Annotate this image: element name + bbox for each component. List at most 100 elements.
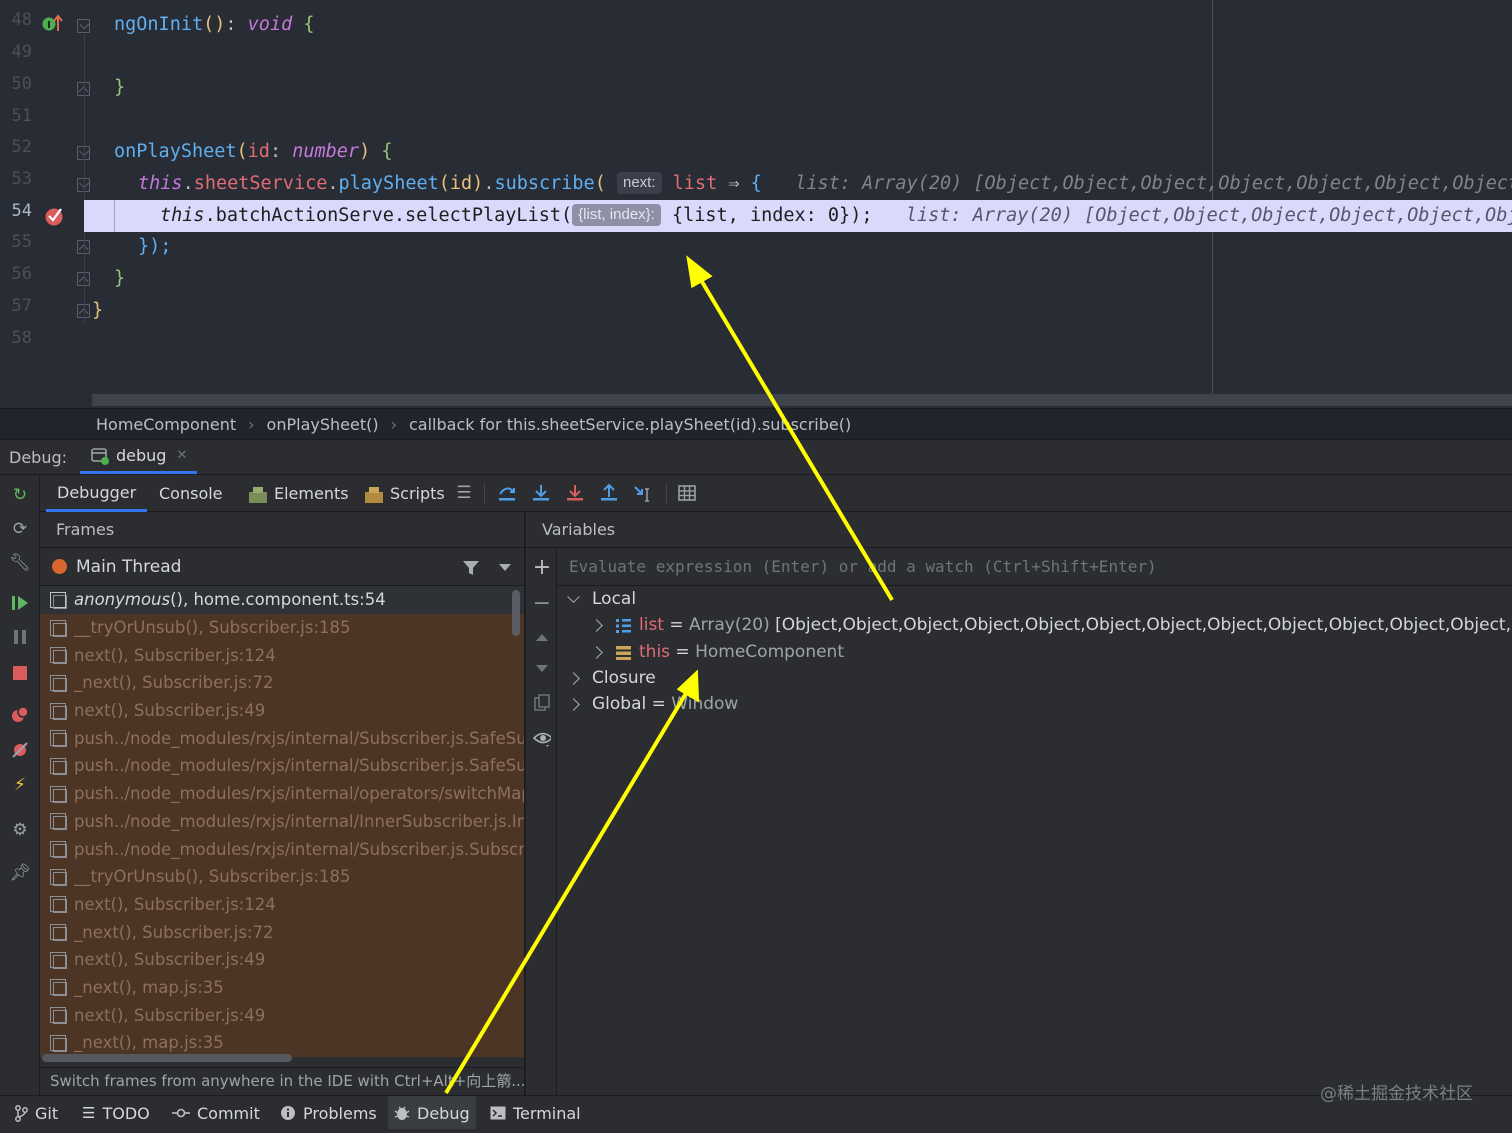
variable-row-list[interactable]: list = Array(20) [Object,Object,Object,O…: [590, 612, 1512, 638]
copy-icon[interactable]: [533, 694, 551, 712]
wrench-icon[interactable]: 🔧︎: [9, 553, 31, 573]
code-token: :: [269, 141, 293, 162]
frame-row[interactable]: push../node_modules/rxjs/internal/Subscr…: [40, 752, 524, 780]
frame-label: next(), Subscriber.js:49: [74, 701, 266, 721]
tab-git[interactable]: Git: [8, 1096, 64, 1130]
chevron-down-icon[interactable]: [567, 589, 580, 603]
code-token: ngOnInit: [114, 14, 204, 35]
chevron-right-icon[interactable]: [567, 697, 580, 711]
tab-label: Debug: [417, 1103, 470, 1123]
frame-row[interactable]: push../node_modules/rxjs/internal/Subscr…: [40, 835, 525, 863]
tab-commit[interactable]: Commit: [166, 1096, 266, 1130]
code-line-55[interactable]: });: [138, 231, 171, 263]
fold-toggle-icon[interactable]: [77, 19, 90, 33]
mute-breakpoints-icon[interactable]: [10, 740, 30, 760]
tab-label: Debugger: [57, 482, 137, 502]
stop-icon[interactable]: [10, 663, 30, 683]
frame-row[interactable]: _next(), map.js:35: [40, 973, 524, 1002]
frame-row[interactable]: __tryOrUnsub(), Subscriber.js:185: [40, 613, 524, 642]
vertical-scrollbar[interactable]: [512, 590, 520, 636]
frame-row[interactable]: next(), Subscriber.js:124: [40, 890, 524, 919]
close-icon[interactable]: ✕: [176, 448, 187, 463]
remove-watch-icon[interactable]: −: [533, 591, 551, 616]
rerun-icon[interactable]: ↻: [10, 485, 30, 505]
horizontal-scrollbar[interactable]: [42, 1054, 292, 1062]
frame-row[interactable]: _next(), Subscriber.js:72: [40, 669, 524, 697]
tree-node-global[interactable]: Global = Window: [567, 691, 738, 717]
frame-row[interactable]: next(), Subscriber.js:49: [40, 1001, 524, 1029]
pause-icon[interactable]: [10, 627, 30, 647]
frame-row[interactable]: __tryOrUnsub(), Subscriber.js:185: [40, 862, 524, 891]
tab-elements[interactable]: Elements: [248, 475, 349, 512]
lightning-icon[interactable]: ⚡︎: [10, 775, 30, 795]
code-line-48[interactable]: ngOnInit(): void {: [114, 9, 315, 41]
code-token: ): [359, 141, 371, 162]
code-line-54[interactable]: this.batchActionServe.selectPlayList({li…: [160, 200, 1512, 232]
debug-session-tab[interactable]: debug ✕: [80, 440, 198, 474]
breadcrumb-item[interactable]: onPlaySheet(): [267, 415, 379, 434]
code-line-53[interactable]: this.sheetService.playSheet(id).subscrib…: [138, 168, 1512, 200]
frame-row[interactable]: next(), Subscriber.js:124: [40, 641, 524, 670]
code-token: :: [225, 14, 248, 35]
reload-icon[interactable]: ⟳: [10, 519, 30, 539]
code-editor[interactable]: 48 49 50 51 52 53 54 55 56 57 58 I ngOnI…: [0, 0, 1512, 408]
variable-value: HomeComponent: [695, 642, 844, 662]
resume-icon[interactable]: [10, 593, 30, 613]
code-line-57[interactable]: }: [92, 295, 103, 327]
evaluate-expression-input[interactable]: Evaluate expression (Enter) or add a wat…: [557, 548, 1512, 586]
breadcrumb-item[interactable]: callback for this.sheetService.playSheet…: [409, 415, 851, 434]
move-down-icon[interactable]: [533, 660, 551, 678]
tree-node-local[interactable]: Local: [567, 586, 636, 612]
breadcrumb-item[interactable]: HomeComponent: [96, 415, 236, 434]
force-step-into-icon[interactable]: [565, 483, 585, 503]
step-into-icon[interactable]: [531, 483, 551, 503]
close-icon[interactable]: ✕: [500, 1068, 513, 1095]
variable-row-this[interactable]: this = HomeComponent: [590, 639, 844, 665]
code-token: sheetService: [193, 173, 328, 194]
code-line-56[interactable]: }: [114, 263, 125, 295]
filter-icon[interactable]: [462, 559, 480, 577]
tab-terminal[interactable]: Terminal: [484, 1096, 587, 1130]
execution-point-line[interactable]: this.batchActionServe.selectPlayList({li…: [84, 200, 1512, 232]
evaluate-table-icon[interactable]: [677, 483, 697, 503]
editor-gutter: 48 49 50 51 52 53 54 55 56 57 58 I: [0, 0, 108, 394]
pin-icon[interactable]: 📌︎: [9, 863, 31, 883]
tree-node-closure[interactable]: Closure: [567, 665, 656, 691]
frame-row[interactable]: next(), Subscriber.js:49: [40, 945, 524, 974]
horizontal-scrollbar[interactable]: [92, 394, 1512, 406]
thread-selector[interactable]: Main Thread: [40, 548, 524, 586]
code-line-50[interactable]: }: [114, 72, 125, 104]
chevron-right-icon[interactable]: [590, 645, 603, 659]
view-breakpoints-icon[interactable]: [10, 705, 30, 725]
gear-icon[interactable]: ⚙: [10, 820, 30, 840]
tab-debugger[interactable]: Debugger: [46, 475, 148, 512]
breakpoint-icon[interactable]: [44, 205, 66, 227]
frame-row[interactable]: push../node_modules/rxjs/internal/operat…: [40, 779, 524, 808]
frame-row[interactable]: anonymous (), home.component.ts:54: [40, 586, 524, 614]
step-out-icon[interactable]: [599, 483, 619, 503]
step-over-icon[interactable]: [497, 483, 517, 503]
code-line-52[interactable]: onPlaySheet(id: number) {: [114, 136, 392, 168]
code-token: .batchActionServe.selectPlayList(: [204, 205, 573, 226]
frame-row[interactable]: _next(), map.js:35: [40, 1029, 524, 1057]
add-watch-icon[interactable]: +: [533, 555, 551, 580]
frame-label: push../node_modules/rxjs/internal/Subscr…: [74, 839, 525, 859]
tab-scripts[interactable]: Scripts: [364, 475, 445, 512]
chevron-right-icon[interactable]: [590, 618, 603, 632]
move-up-icon[interactable]: [533, 628, 551, 646]
frame-row[interactable]: push../node_modules/rxjs/internal/Subscr…: [40, 724, 524, 753]
tab-console[interactable]: Console: [159, 475, 223, 512]
menu-lines-icon[interactable]: ☰: [454, 483, 474, 503]
chevron-right-icon[interactable]: [567, 671, 580, 685]
frame-row[interactable]: push../node_modules/rxjs/internal/InnerS…: [40, 807, 524, 836]
run-to-cursor-icon[interactable]: [633, 483, 653, 503]
tab-problems[interactable]: Problems: [274, 1096, 383, 1130]
frame-row[interactable]: next(), Subscriber.js:49: [40, 696, 524, 725]
tab-debug[interactable]: Debug: [388, 1096, 476, 1130]
frame-label: __tryOrUnsub(), Subscriber.js:185: [74, 618, 351, 638]
chevron-down-icon[interactable]: [498, 563, 512, 573]
eye-icon[interactable]: [533, 730, 551, 748]
frame-row[interactable]: _next(), Subscriber.js:72: [40, 918, 524, 946]
tab-todo[interactable]: ☰ TODO: [76, 1096, 156, 1130]
implements-method-icon[interactable]: I: [42, 14, 64, 34]
